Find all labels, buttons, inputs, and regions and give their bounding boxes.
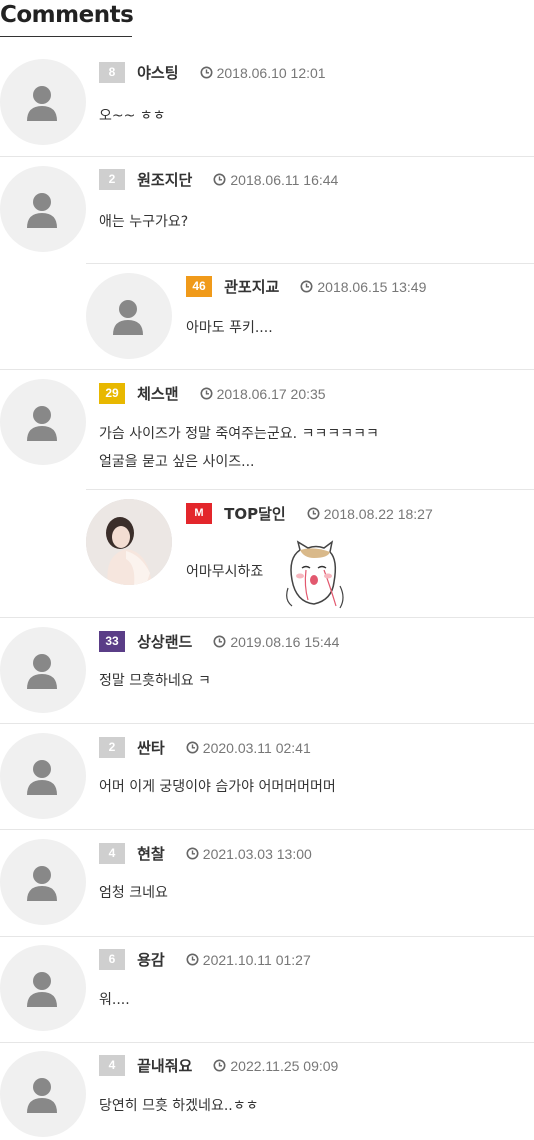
clock-icon — [307, 507, 320, 519]
comment-meta: 4 현찰 2021.03.03 13:00 — [99, 843, 312, 865]
default-avatar-icon[interactable] — [0, 166, 86, 252]
comment-time: 2018.08.22 18:27 — [307, 506, 433, 522]
comment-item: 4 끝내줘요 2022.11.25 09:09 당연히 므흣 하겠네요..ㅎㅎ — [0, 1042, 534, 1140]
comment-meta: 33 상상랜드 2019.08.16 15:44 — [99, 631, 339, 653]
level-badge: 33 — [99, 631, 125, 652]
author-name[interactable]: 싼타 — [137, 737, 165, 758]
comment-meta: 2 원조지단 2018.06.11 16:44 — [99, 169, 338, 191]
comment-text: 애는 누구가요? — [99, 214, 189, 230]
author-name[interactable]: TOP달인 — [224, 503, 286, 524]
level-badge: 8 — [99, 62, 125, 83]
comment-meta: M TOP달인 2018.08.22 18:27 — [186, 503, 433, 525]
clock-icon — [186, 953, 199, 965]
comment-time-text: 2022.11.25 09:09 — [230, 1057, 339, 1074]
comment-text-line: 가슴 사이즈가 정말 죽여주는군요. ㅋㅋㅋㅋㅋㅋ — [99, 426, 379, 442]
level-badge: M — [186, 503, 212, 524]
clock-icon — [200, 66, 213, 78]
comment-time: 2021.03.03 13:00 — [186, 846, 312, 862]
comment-time: 2018.06.10 12:01 — [200, 65, 326, 81]
comment-time: 2018.06.11 16:44 — [213, 172, 338, 188]
level-badge: 4 — [99, 1055, 125, 1076]
author-name[interactable]: 원조지단 — [137, 169, 192, 190]
comment-time-text: 2018.06.10 12:01 — [216, 64, 326, 81]
comment-text: 엄청 크네요 — [99, 885, 168, 901]
author-name[interactable]: 현찰 — [137, 843, 165, 864]
comment-item: 2 원조지단 2018.06.11 16:44 애는 누구가요? — [0, 156, 534, 263]
comment-time: 2018.06.15 13:49 — [300, 279, 426, 295]
comment-time: 2020.03.11 02:41 — [186, 740, 311, 756]
comment-item: 33 상상랜드 2019.08.16 15:44 정말 므흣하네요 ㅋ — [0, 617, 534, 723]
clock-icon — [186, 847, 199, 859]
level-badge: 2 — [99, 169, 125, 190]
comment-item: 4 현찰 2021.03.03 13:00 엄청 크네요 — [0, 829, 534, 936]
comment-text: 정말 므흣하네요 ㅋ — [99, 673, 211, 689]
level-badge: 6 — [99, 949, 125, 970]
default-avatar-icon[interactable] — [0, 945, 86, 1031]
level-badge: 4 — [99, 843, 125, 864]
clock-icon — [186, 741, 199, 753]
author-name[interactable]: 용감 — [137, 949, 165, 970]
clock-icon — [300, 280, 313, 292]
author-name[interactable]: 끝내줘요 — [137, 1055, 192, 1076]
comment-time-text: 2018.06.11 16:44 — [230, 171, 339, 188]
comment-time: 2019.08.16 15:44 — [213, 634, 339, 650]
comment-text: 어머 이게 궁댕이야 슴가야 어머머머머머 — [99, 779, 336, 795]
clock-icon — [200, 387, 213, 399]
comment-text: 가슴 사이즈가 정말 죽여주는군요. ㅋㅋㅋㅋㅋㅋ 얼굴을 묻고 싶은 사이즈.… — [99, 420, 519, 476]
clock-icon — [213, 173, 226, 185]
clock-icon — [213, 1059, 226, 1071]
comment-text: 워.... — [99, 992, 130, 1008]
comment-meta: 4 끝내줘요 2022.11.25 09:09 — [99, 1055, 338, 1077]
default-avatar-icon[interactable] — [0, 1051, 86, 1137]
comment-text: 어마무시하죠 — [186, 564, 264, 580]
default-avatar-icon[interactable] — [0, 59, 86, 145]
comment-meta: 6 용감 2021.10.11 01:27 — [99, 949, 311, 971]
comment-time: 2021.10.11 01:27 — [186, 952, 311, 968]
comment-meta: 46 관포지교 2018.06.15 13:49 — [186, 276, 426, 298]
comment-time-text: 2020.03.11 02:41 — [202, 739, 311, 756]
reply-item: 46 관포지교 2018.06.15 13:49 아마도 푸키.... — [86, 263, 534, 369]
reply-item: M TOP달인 2018.08.22 18:27 어마무시하죠 — [86, 489, 534, 617]
comment-text: 당연히 므흣 하겠네요..ㅎㅎ — [99, 1098, 259, 1114]
comment-meta: 29 체스맨 2018.06.17 20:35 — [99, 383, 326, 405]
author-name[interactable]: 관포지교 — [224, 276, 279, 297]
comments-heading: Comments — [0, 0, 134, 37]
crying-cat-emoticon-icon — [286, 540, 344, 609]
author-name[interactable]: 야스팅 — [137, 62, 178, 83]
author-name[interactable]: 상상랜드 — [137, 631, 192, 652]
comment-time-text: 2018.06.15 13:49 — [317, 278, 427, 295]
level-badge: 2 — [99, 737, 125, 758]
author-name[interactable]: 체스맨 — [137, 383, 178, 404]
comment-text: 오~~ ㅎㅎ — [99, 108, 166, 124]
comment-time-text: 2021.03.03 13:00 — [202, 845, 312, 862]
comment-time-text: 2018.08.22 18:27 — [323, 505, 433, 522]
comment-item: 8 야스팅 2018.06.10 12:01 오~~ ㅎㅎ — [0, 56, 534, 156]
clock-icon — [213, 635, 226, 647]
user-photo-avatar[interactable] — [86, 499, 172, 585]
comment-meta: 2 싼타 2020.03.11 02:41 — [99, 737, 311, 759]
comment-time: 2018.06.17 20:35 — [200, 386, 326, 402]
comment-meta: 8 야스팅 2018.06.10 12:01 — [99, 62, 326, 84]
comment-text: 아마도 푸키.... — [186, 320, 273, 336]
comment-item: 2 싼타 2020.03.11 02:41 어머 이게 궁댕이야 슴가야 어머머… — [0, 723, 534, 829]
default-avatar-icon[interactable] — [0, 839, 86, 925]
comment-time-text: 2021.10.11 01:27 — [202, 951, 311, 968]
default-avatar-icon[interactable] — [0, 627, 86, 713]
comment-item: 29 체스맨 2018.06.17 20:35 가슴 사이즈가 정말 죽여주는군… — [0, 369, 534, 489]
level-badge: 46 — [186, 276, 212, 297]
default-avatar-icon[interactable] — [86, 273, 172, 359]
comment-time: 2022.11.25 09:09 — [213, 1058, 338, 1074]
default-avatar-icon[interactable] — [0, 733, 86, 819]
comment-item: 6 용감 2021.10.11 01:27 워.... — [0, 936, 534, 1042]
comment-time-text: 2019.08.16 15:44 — [230, 633, 340, 650]
comment-time-text: 2018.06.17 20:35 — [216, 385, 326, 402]
default-avatar-icon[interactable] — [0, 379, 86, 465]
level-badge: 29 — [99, 383, 125, 404]
comment-text-line: 얼굴을 묻고 싶은 사이즈... — [99, 454, 255, 470]
